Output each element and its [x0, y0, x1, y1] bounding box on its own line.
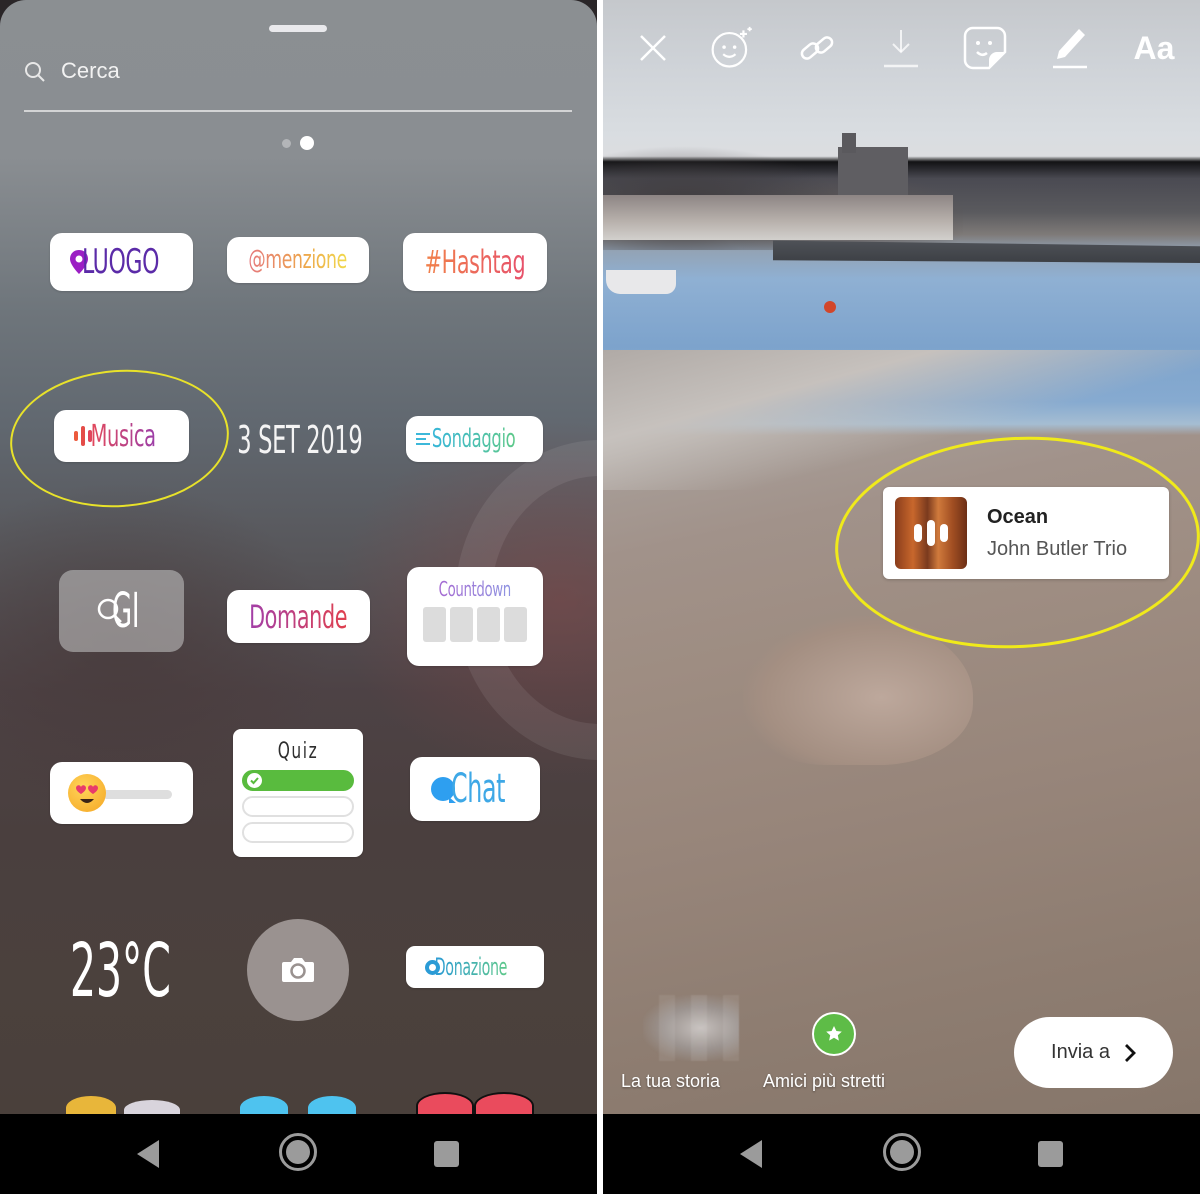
quiz-option — [242, 796, 354, 817]
sticker-date[interactable]: 3 SET 2019 — [222, 415, 377, 465]
sticker-donation[interactable]: Donazione — [406, 946, 544, 988]
quiz-option-correct — [242, 770, 354, 791]
countdown-cell — [450, 607, 473, 642]
text-button[interactable]: Aa — [1127, 26, 1181, 70]
draw-button[interactable] — [1047, 26, 1091, 70]
share-close-friends[interactable]: Amici più stretti — [763, 1012, 913, 1097]
close-friends-star-icon — [812, 1012, 856, 1056]
sticker-search[interactable]: Cerca — [24, 56, 572, 112]
sticker-countdown[interactable]: Countdown — [407, 567, 543, 666]
download-icon — [884, 30, 918, 68]
sticker-emoji-slider[interactable] — [50, 762, 193, 824]
slider-track — [102, 790, 172, 799]
sticker-mention[interactable]: @menzione — [227, 237, 369, 283]
search-icon — [25, 62, 45, 82]
sticker-poll-label: Sondaggio — [431, 424, 516, 454]
sticker-chat-label: Chat — [450, 766, 506, 812]
music-bar — [940, 524, 948, 542]
sticker-gif-label: GI — [111, 583, 140, 639]
story-editor-screen: Aa Ocean John Butler Trio La tua storia … — [603, 0, 1200, 1194]
sticker-hashtag[interactable]: #Hashtag — [403, 233, 547, 291]
close-button[interactable] — [631, 26, 675, 70]
music-bars-icon — [74, 426, 93, 446]
sticker-music[interactable]: Musica — [54, 410, 189, 462]
link-icon — [800, 36, 834, 60]
sticker-quiz[interactable]: Quiz — [233, 729, 363, 857]
sticker-tray: Cerca LUOGO @menzione #Hashtag Musica 3 … — [0, 0, 597, 1120]
countdown-cell — [504, 607, 527, 642]
photo-boat — [606, 270, 676, 294]
link-button[interactable] — [795, 26, 839, 70]
sticker-poll[interactable]: Sondaggio — [406, 416, 543, 462]
share-your-story[interactable]: La tua storia — [621, 995, 741, 1095]
sticker-camera[interactable] — [247, 919, 349, 1021]
story-toolbar: Aa — [603, 0, 1200, 95]
sticker-questions-label: Domande — [249, 597, 348, 636]
effects-button[interactable] — [710, 26, 754, 70]
download-button[interactable] — [879, 26, 923, 70]
sticker-quiz-label: Quiz — [277, 739, 319, 764]
sticker-location[interactable]: LUOGO — [50, 233, 193, 291]
home-icon[interactable] — [883, 1133, 921, 1171]
camera-icon — [282, 958, 314, 982]
sticker-button[interactable] — [963, 26, 1007, 70]
page-dot-2[interactable] — [300, 136, 314, 150]
page-dot-1[interactable] — [282, 139, 291, 148]
chevron-right-icon — [1124, 1043, 1136, 1062]
android-nav-bar — [603, 1114, 1200, 1194]
album-art — [895, 497, 967, 569]
photo-buoy — [824, 301, 836, 313]
sticker-questions[interactable]: Domande — [227, 590, 370, 643]
music-bar — [914, 524, 922, 542]
android-nav-bar — [0, 1114, 597, 1194]
sticker-date-label: 3 SET 2019 — [236, 418, 363, 462]
poll-lines-icon — [415, 433, 430, 445]
send-to-label: Invia a — [1051, 1041, 1110, 1063]
sticker-gif[interactable]: GI — [59, 570, 184, 652]
home-icon[interactable] — [279, 1133, 317, 1171]
sticker-icon — [963, 26, 1007, 70]
heart-eyes-emoji-icon — [68, 774, 106, 812]
sticker-tray-screen: Cerca LUOGO @menzione #Hashtag Musica 3 … — [0, 0, 597, 1194]
check-icon — [247, 773, 262, 788]
music-sticker[interactable]: Ocean John Butler Trio — [883, 487, 1169, 579]
sticker-chat[interactable]: Chat — [410, 757, 540, 821]
song-artist: John Butler Trio — [987, 538, 1128, 560]
countdown-cell — [477, 607, 500, 642]
sticker-location-label: LUOGO — [81, 242, 160, 282]
music-bar — [927, 520, 935, 546]
face-effects-icon — [711, 26, 752, 68]
send-to-button[interactable]: Invia a — [1014, 1017, 1173, 1088]
sticker-temperature-label: 23°C — [70, 927, 171, 1014]
avatar — [643, 995, 739, 1061]
sticker-temperature[interactable]: 23°C — [48, 927, 193, 1014]
sticker-donation-label: Donazione — [434, 953, 507, 981]
sticker-mention-label: @menzione — [248, 245, 348, 275]
sticker-countdown-label: Countdown — [438, 577, 512, 601]
back-icon[interactable] — [137, 1140, 159, 1168]
close-friends-label: Amici più stretti — [763, 1071, 886, 1091]
countdown-cells — [423, 607, 527, 642]
countdown-cell — [423, 607, 446, 642]
recents-icon[interactable] — [1038, 1141, 1063, 1167]
quiz-option — [242, 822, 354, 843]
sticker-music-label: Musica — [90, 418, 157, 454]
song-title: Ocean — [987, 506, 1049, 528]
search-input[interactable]: Cerca — [61, 58, 120, 84]
pen-icon — [1053, 29, 1087, 69]
your-story-label: La tua storia — [621, 1071, 721, 1091]
photo-town — [603, 195, 953, 240]
close-icon — [640, 35, 666, 61]
recents-icon[interactable] — [434, 1141, 459, 1167]
drag-handle[interactable] — [269, 25, 327, 32]
sticker-hashtag-label: #Hashtag — [424, 243, 526, 281]
back-icon[interactable] — [740, 1140, 762, 1168]
